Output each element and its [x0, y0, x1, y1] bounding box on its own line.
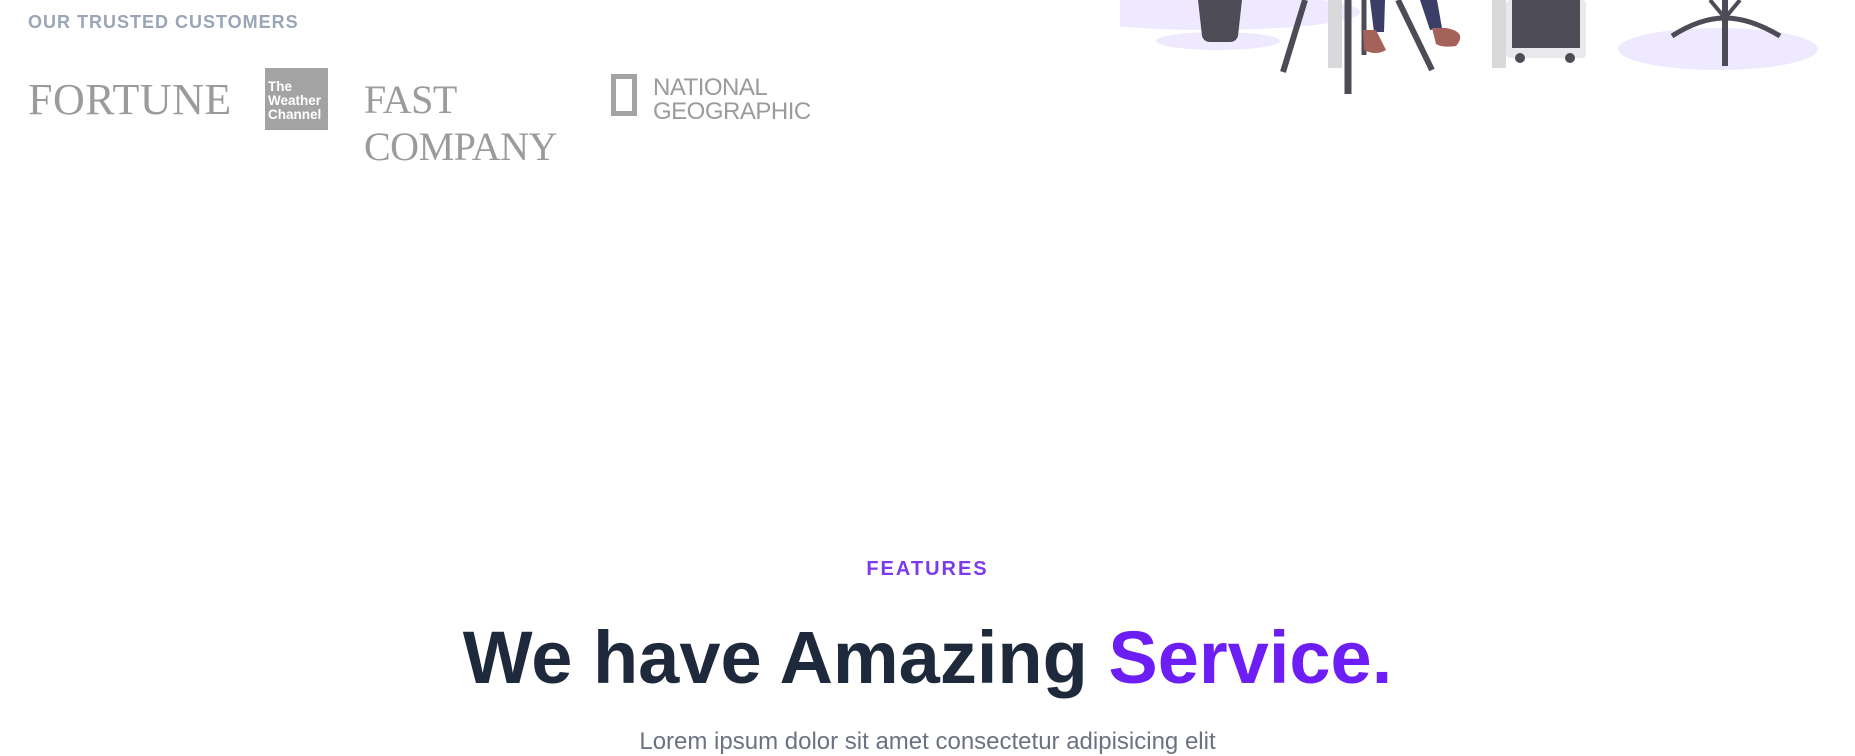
fortune-logo: FORTUNE [28, 75, 232, 124]
fast-company-logo: FAST COMPANY [364, 77, 557, 169]
trusted-customers-heading: OUR TRUSTED CUSTOMERS [28, 12, 299, 32]
features-title-accent: Service. [1108, 616, 1393, 699]
features-title: We have Amazing Service. [0, 616, 1855, 700]
features-title-main: We have Amazing [462, 616, 1109, 699]
natgeo-frame-icon [611, 74, 637, 116]
national-geographic-logo: NATIONAL GEOGRAPHIC [611, 74, 811, 126]
features-label: FEATURES [866, 558, 989, 580]
features-description: Lorem ipsum dolor sit amet consectetur a… [639, 728, 1216, 755]
weather-channel-logo: The Weather Channel [265, 68, 328, 130]
office-illustration [1120, 0, 1818, 94]
